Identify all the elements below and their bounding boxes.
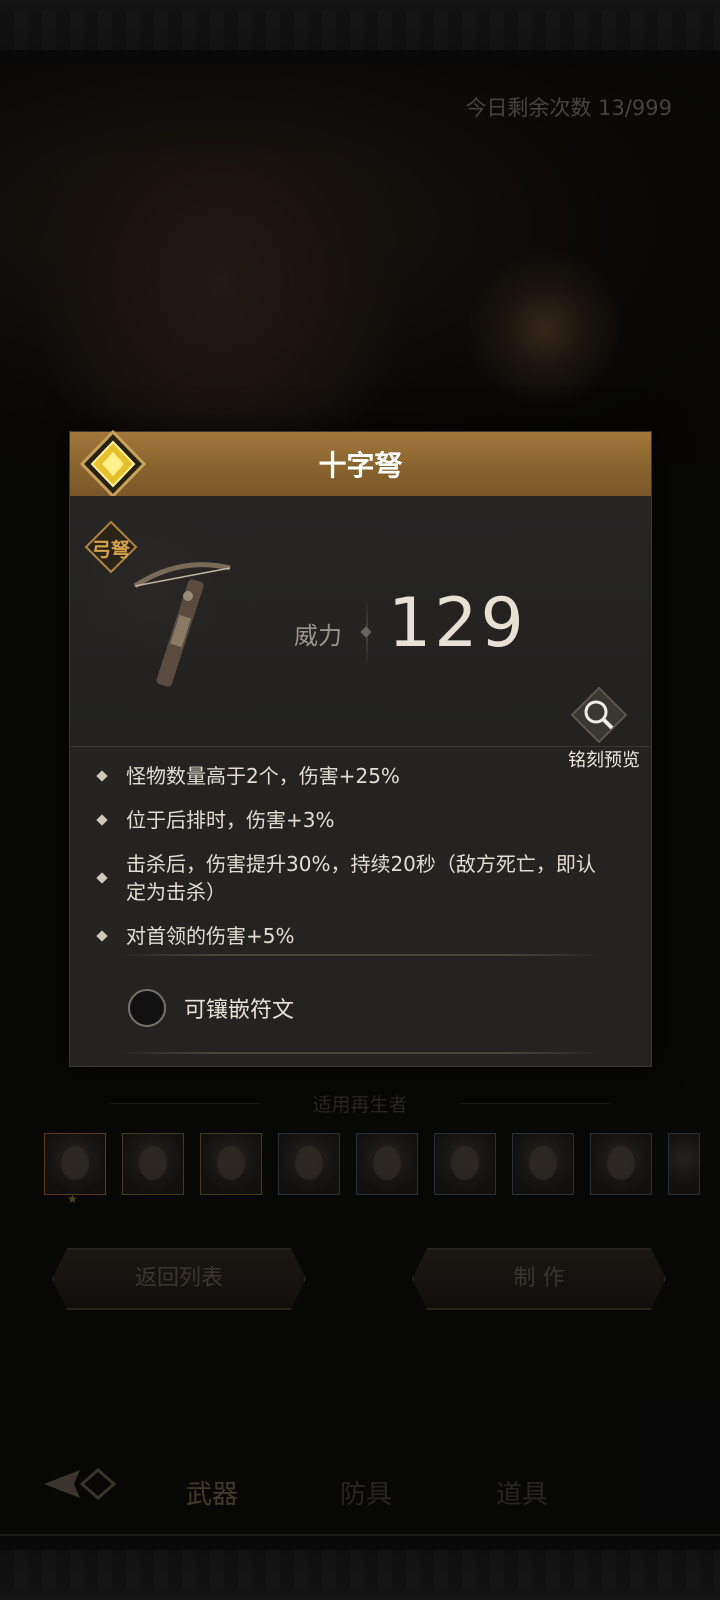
power-label: 威力	[294, 622, 342, 650]
rune-slot-row: 可镶嵌符文	[128, 988, 294, 1028]
weapon-name: 十字弩	[318, 449, 403, 482]
perk-item: 对首领的伤害+5%	[96, 922, 651, 950]
magnifier-icon	[570, 686, 628, 744]
bottom-divider	[120, 1052, 600, 1054]
perk-divider	[120, 954, 600, 956]
perk-text: 击杀后，伤害提升30%，持续20秒（敌方死亡，即认定为击杀）	[126, 852, 596, 904]
weapon-display: 弓弩 威力 129 铭刻预览	[70, 496, 651, 771]
perk-text: 对首领的伤害+5%	[126, 924, 295, 948]
perk-item: 击杀后，伤害提升30%，持续20秒（敌方死亡，即认定为击杀）	[96, 850, 651, 906]
crossbow-icon	[133, 562, 231, 687]
bullet-icon	[96, 872, 108, 884]
modal-header: 十字弩	[70, 430, 651, 498]
bullet-icon	[96, 930, 108, 942]
perk-list: 怪物数量高于2个，伤害+25% 位于后排时，伤害+3% 击杀后，伤害提升30%，…	[70, 762, 651, 966]
separator-dot	[360, 626, 372, 638]
power-value: 129	[388, 584, 527, 663]
perk-item: 怪物数量高于2个，伤害+25%	[96, 762, 651, 790]
rune-slot-label: 可镶嵌符文	[184, 998, 295, 1023]
perk-text: 位于后排时，伤害+3%	[126, 808, 335, 832]
bullet-icon	[96, 814, 108, 826]
perk-text: 怪物数量高于2个，伤害+25%	[126, 764, 400, 788]
inscription-preview-button[interactable]: 铭刻预览	[558, 686, 640, 772]
bullet-icon	[96, 770, 108, 782]
rune-slot[interactable]	[128, 989, 166, 1027]
weapon-detail-modal: 十字弩 弓弩 威力 129 铭刻预览 怪物数量高于2个，伤害+25% 位于后排时…	[69, 430, 652, 1067]
perk-item: 位于后排时，伤害+3%	[96, 806, 651, 834]
